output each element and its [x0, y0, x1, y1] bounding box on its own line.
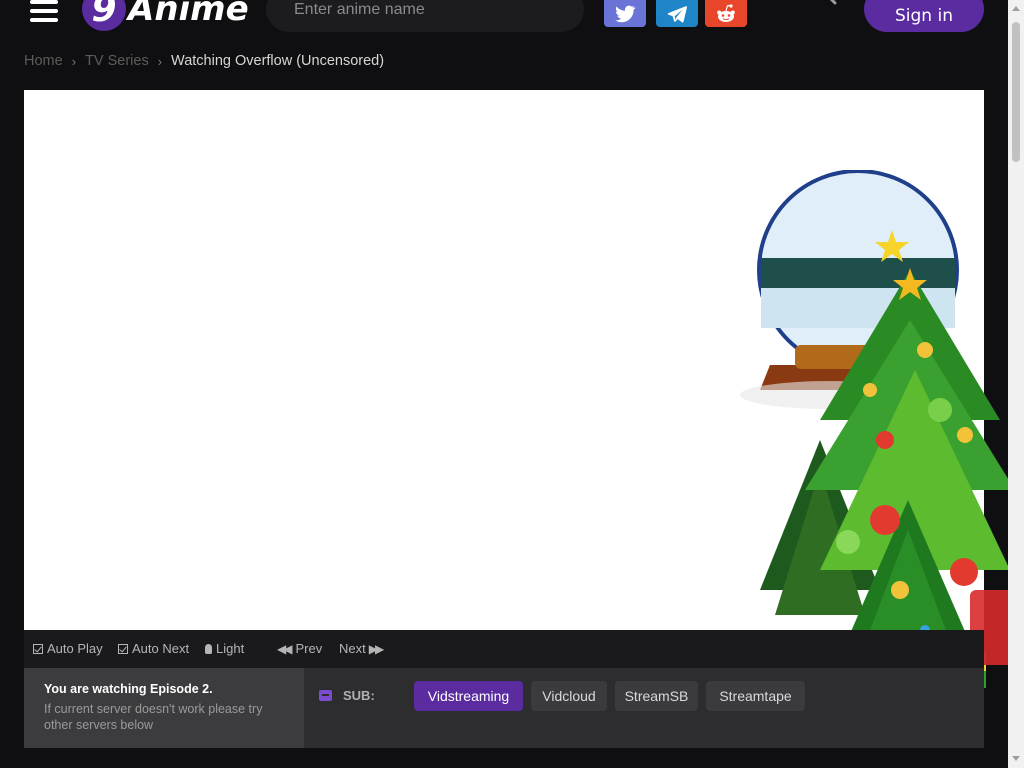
search-box [266, 0, 837, 32]
backward-icon: ◀◀ [277, 641, 293, 656]
player-controls-bar: Auto Play Auto Next Light ◀◀ Prev Next ▶… [24, 630, 984, 668]
logo-badge: 9 [82, 0, 126, 31]
forward-icon: ▶▶ [368, 641, 385, 656]
chevron-right-icon: › [71, 53, 77, 69]
sub-label: SUB: [319, 688, 375, 703]
auto-next-label: Auto Next [132, 641, 190, 656]
reddit-icon [717, 3, 735, 22]
sign-in-button[interactable]: Sign in [864, 0, 984, 32]
server-streamsb[interactable]: StreamSB [615, 681, 698, 711]
breadcrumb-tv-series[interactable]: TV Series [85, 53, 149, 69]
telegram-button[interactable] [656, 0, 698, 27]
server-vidstreaming[interactable]: Vidstreaming [414, 681, 523, 711]
light-toggle[interactable]: Light [205, 641, 244, 656]
server-streamtape[interactable]: Streamtape [706, 681, 805, 711]
server-vidcloud[interactable]: Vidcloud [531, 681, 607, 711]
notice-text: If current server doesn't work please tr… [44, 702, 263, 732]
next-episode-button[interactable]: Next ▶▶ [339, 641, 385, 656]
subtitles-icon [319, 690, 332, 701]
auto-play-toggle[interactable]: Auto Play [33, 641, 103, 656]
telegram-icon [667, 5, 688, 23]
auto-next-toggle[interactable]: Auto Next [118, 641, 189, 656]
breadcrumb-current: Watching Overflow (Uncensored) [171, 53, 385, 69]
auto-play-label: Auto Play [47, 641, 103, 656]
site-header: 9 Anime Sign in [0, 0, 1008, 36]
twitter-icon [615, 5, 636, 22]
scroll-down-icon[interactable] [1012, 756, 1020, 761]
search-icon[interactable] [814, 0, 838, 6]
prev-label: Prev [295, 641, 323, 656]
logo-text: Anime [128, 0, 249, 29]
scroll-up-icon[interactable] [1012, 6, 1020, 11]
prev-episode-button[interactable]: ◀◀ Prev [277, 641, 322, 656]
search-input[interactable] [294, 0, 534, 20]
checkbox-icon [33, 643, 43, 654]
sub-label-text: SUB: [343, 688, 375, 703]
reddit-button[interactable] [705, 0, 747, 27]
breadcrumb-home[interactable]: Home [24, 53, 63, 69]
episode-notice: You are watching Episode 2. If current s… [24, 668, 304, 748]
scrollbar-thumb[interactable] [1012, 22, 1020, 162]
site-logo[interactable]: 9 Anime [82, 0, 249, 32]
twitter-button[interactable] [604, 0, 646, 27]
checkbox-icon [118, 643, 128, 654]
chevron-right-icon: › [157, 53, 163, 69]
page-scrollbar[interactable] [1008, 0, 1024, 768]
lightbulb-icon [205, 643, 212, 654]
notice-title: You are watching Episode 2. [44, 682, 213, 696]
server-panel: You are watching Episode 2. If current s… [24, 668, 984, 748]
menu-icon[interactable] [30, 0, 58, 22]
light-label: Light [216, 641, 245, 656]
breadcrumb: Home › TV Series › Watching Overflow (Un… [24, 53, 384, 69]
next-label: Next [339, 641, 366, 656]
